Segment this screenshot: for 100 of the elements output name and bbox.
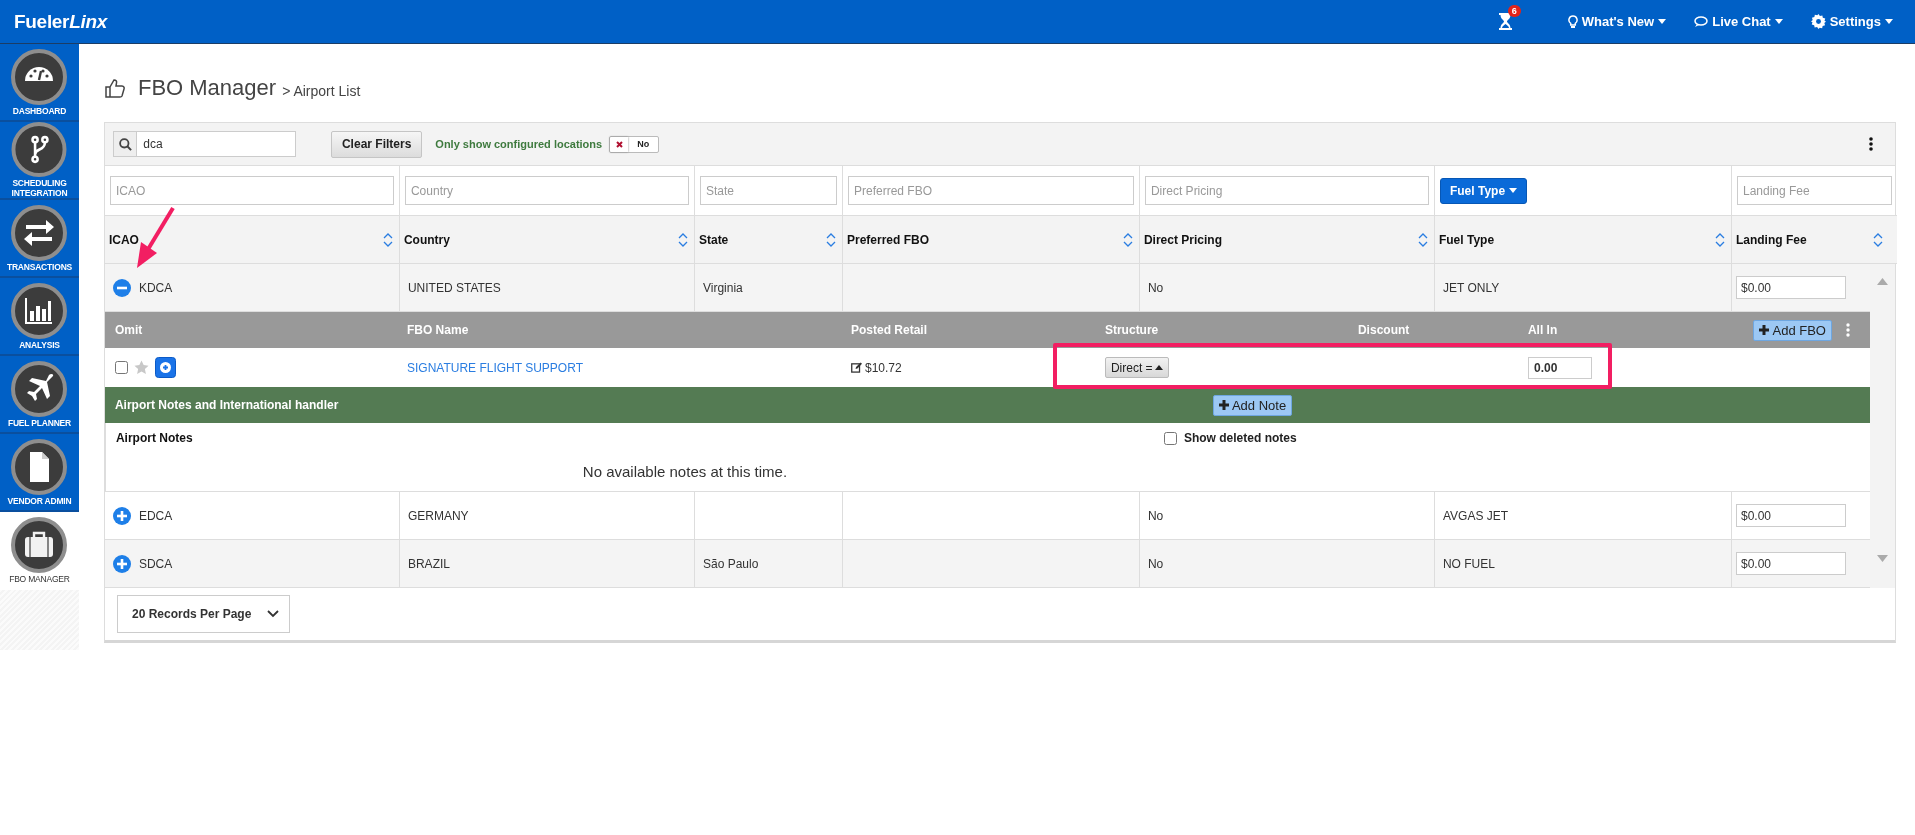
table-cell: Virginia <box>702 280 743 295</box>
structure-dropdown[interactable]: Direct = <box>1104 357 1169 378</box>
sidebar-item[interactable]: DASHBOARD <box>0 44 79 122</box>
lightbulb-icon <box>1567 14 1578 29</box>
caret-icon <box>1885 19 1893 24</box>
filter-field[interactable]: Direct Pricing <box>1144 176 1429 205</box>
filter-dropdown[interactable]: Fuel Type <box>1439 177 1528 204</box>
plus-icon <box>1759 325 1770 335</box>
caret-icon <box>1509 188 1518 193</box>
menu-item[interactable]: Settings <box>1810 14 1893 29</box>
kebab-menu-icon[interactable] <box>1868 137 1873 151</box>
column-header[interactable]: State <box>698 232 729 247</box>
column-header[interactable]: Country <box>403 232 450 247</box>
clear-filters-button[interactable]: Clear Filters <box>330 130 423 158</box>
column-header: Structure <box>1104 323 1160 337</box>
omit-checkbox[interactable] <box>114 361 128 374</box>
thumbs-up-icon <box>103 77 126 99</box>
caret-icon <box>1154 365 1163 370</box>
records-per-page-dropdown[interactable]: 20 Records Per Page <box>116 595 290 633</box>
all-in-field[interactable]: 0.00 <box>1527 356 1592 379</box>
column-header[interactable]: ICAO <box>108 232 139 247</box>
column-header: Omit <box>114 323 144 337</box>
table-cell: NO FUEL <box>1442 556 1495 571</box>
toggle-switch[interactable]: No <box>609 135 660 153</box>
empty-message: No available notes at this time. <box>581 462 789 480</box>
sidebar-item[interactable]: FBO MANAGER <box>0 512 79 590</box>
filter-field[interactable]: State <box>699 176 837 205</box>
collapse-button[interactable] <box>112 278 131 297</box>
toggle-label: Only show configured locations <box>435 138 603 150</box>
landing-fee-field[interactable]: $0.00 <box>1735 276 1846 299</box>
sidebar-item[interactable]: VENDOR ADMIN <box>0 434 79 512</box>
section-title: Airport Notes and International handler <box>114 398 340 412</box>
cross-icon <box>615 140 623 148</box>
breadcrumb: > Airport List <box>282 82 361 99</box>
arrows-icon <box>11 204 68 261</box>
show-deleted-checkbox[interactable] <box>1163 431 1177 445</box>
expand-button[interactable] <box>112 506 131 525</box>
filter-field[interactable]: Country <box>404 176 689 205</box>
sort-icon[interactable] <box>1122 231 1133 248</box>
notification-badge: 6 <box>1507 5 1521 17</box>
search-field[interactable]: dca <box>112 131 296 157</box>
table-cell: JET ONLY <box>1442 280 1500 295</box>
menu-item[interactable]: What's New <box>1567 14 1667 29</box>
plus-icon <box>1218 400 1229 410</box>
table-cell: No <box>1147 556 1164 571</box>
branch-icon <box>11 122 68 177</box>
landing-fee-field[interactable]: $0.00 <box>1735 552 1846 575</box>
table-cell: $10.72 <box>864 360 902 375</box>
table-cell: SDCA <box>138 556 173 571</box>
table-cell: KDCA <box>138 280 173 295</box>
sort-icon[interactable] <box>677 231 688 248</box>
document-icon <box>11 438 68 495</box>
scrollbar[interactable] <box>1869 264 1895 588</box>
page-title: FBO Manager <box>137 75 277 101</box>
add-button[interactable] <box>154 357 176 378</box>
sort-icon[interactable] <box>1872 231 1883 248</box>
chevron-down-icon <box>266 610 279 618</box>
menu-item[interactable]: Live Chat <box>1694 14 1783 29</box>
column-header: FBO Name <box>406 323 470 337</box>
scroll-down-icon[interactable] <box>1876 555 1888 562</box>
search-icon <box>118 137 132 151</box>
fbo-name-link[interactable]: SIGNATURE FLIGHT SUPPORT <box>406 360 583 375</box>
hourglass-icon[interactable] <box>1498 13 1512 30</box>
notes-heading: Airport Notes <box>115 431 194 445</box>
sort-icon[interactable] <box>382 231 393 248</box>
gauge-icon <box>11 48 68 105</box>
sidebar-item[interactable]: ANALYSIS <box>0 278 79 356</box>
column-header: Posted Retail <box>850 323 928 337</box>
scroll-up-icon[interactable] <box>1876 278 1888 285</box>
column-header[interactable]: Preferred FBO <box>846 232 929 247</box>
expand-button[interactable] <box>112 554 131 573</box>
landing-fee-field[interactable]: $0.00 <box>1735 504 1846 527</box>
checkbox-label: Show deleted notes <box>1183 431 1297 445</box>
caret-icon <box>1774 19 1783 24</box>
column-header: All In <box>1527 323 1559 337</box>
filter-field[interactable]: Landing Fee <box>1736 176 1892 205</box>
sort-icon[interactable] <box>1714 231 1725 248</box>
column-header[interactable]: Direct Pricing <box>1143 232 1222 247</box>
column-header[interactable]: Fuel Type <box>1438 232 1495 247</box>
table-cell: UNITED STATES <box>407 280 501 295</box>
filter-field[interactable]: ICAO <box>109 176 394 205</box>
sidebar-item[interactable]: SCHEDULING INTEGRATION <box>0 122 79 200</box>
table-cell: GERMANY <box>407 508 469 523</box>
table-cell: EDCA <box>138 508 173 523</box>
add-fbo-button[interactable]: Add FBO <box>1753 319 1832 341</box>
star-icon[interactable] <box>133 360 149 375</box>
table-cell: BRAZIL <box>407 556 450 571</box>
app-logo[interactable]: FuelerLinx <box>14 10 108 33</box>
sidebar-item[interactable]: FUEL PLANNER <box>0 356 79 434</box>
table-cell: São Paulo <box>702 556 759 571</box>
sort-icon[interactable] <box>825 231 836 248</box>
sidebar-item[interactable]: TRANSACTIONS <box>0 200 79 278</box>
table-cell: AVGAS JET <box>1442 508 1509 523</box>
caret-icon <box>1658 19 1667 24</box>
settings-icon <box>1810 14 1826 29</box>
sort-icon[interactable] <box>1417 231 1428 248</box>
edit-icon[interactable] <box>850 362 862 373</box>
column-header[interactable]: Landing Fee <box>1735 232 1807 247</box>
filter-field[interactable]: Preferred FBO <box>847 176 1134 205</box>
add-note-button[interactable]: Add Note <box>1212 394 1293 416</box>
